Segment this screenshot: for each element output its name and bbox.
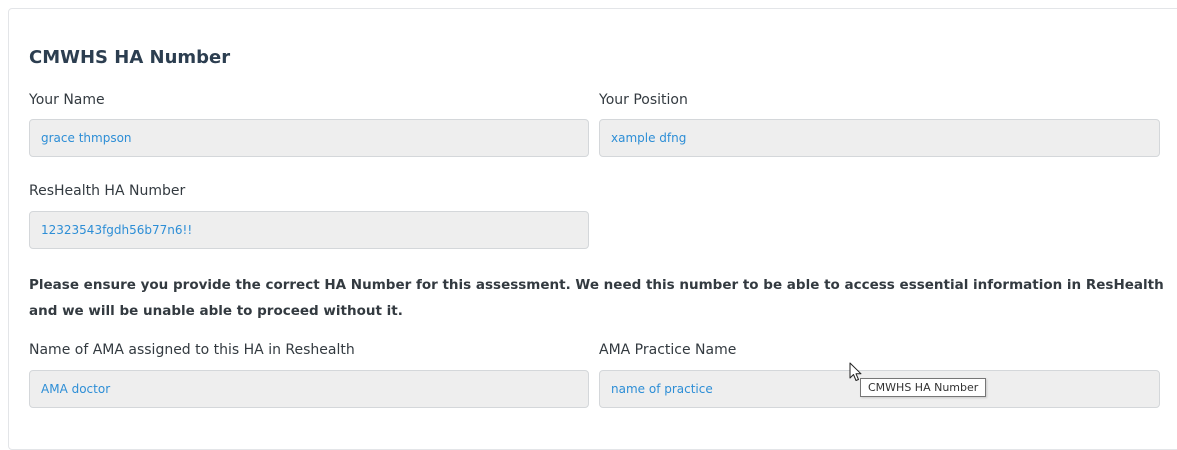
ama-name-label: Name of AMA assigned to this HA in Reshe… — [29, 342, 355, 358]
your-name-label: Your Name — [29, 92, 105, 108]
tooltip: CMWHS HA Number — [860, 378, 987, 397]
ama-practice-name-label: AMA Practice Name — [599, 342, 737, 358]
ama-name-input[interactable] — [29, 370, 589, 408]
ha-number-notice: Please ensure you provide the correct HA… — [29, 277, 1164, 319]
your-position-label: Your Position — [599, 92, 688, 108]
your-position-input[interactable] — [599, 119, 1160, 157]
reshealth-ha-number-input[interactable] — [29, 211, 589, 249]
your-name-input[interactable] — [29, 119, 589, 157]
reshealth-ha-number-label: ResHealth HA Number — [29, 183, 186, 199]
section-title: CMWHS HA Number — [29, 47, 231, 68]
